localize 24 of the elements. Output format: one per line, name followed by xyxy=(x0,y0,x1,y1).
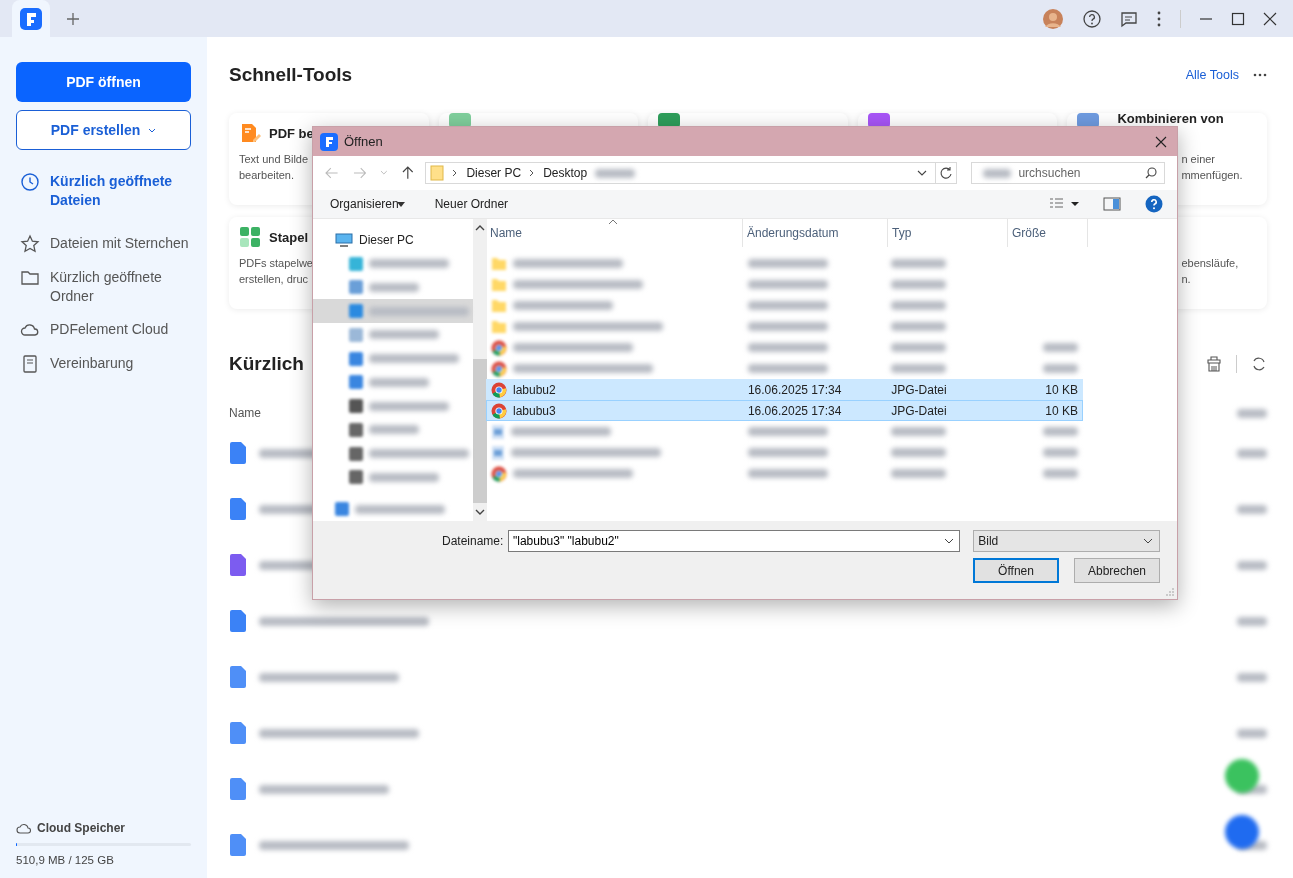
card-description: bearbeiten. xyxy=(239,168,295,183)
file-date: 16.06.2025 17:34 xyxy=(747,403,842,418)
card-description: n einer xyxy=(1181,152,1216,167)
filename-label: Dateiname: xyxy=(442,534,502,548)
file-date: 16.06.2025 17:34 xyxy=(747,382,842,397)
card-title: Kombinieren von xyxy=(1117,111,1224,126)
file-size: 10 KB xyxy=(1045,403,1078,418)
storage-reading: 510,9 MB / 125 GB xyxy=(16,854,114,866)
card-description: erstellen, druc xyxy=(239,272,309,287)
card-description: ebensläufe, xyxy=(1181,256,1239,271)
file-name: labubu3 xyxy=(513,403,556,418)
file-type: JPG-Datei xyxy=(891,382,947,397)
dialog-title: Öffnen xyxy=(344,134,383,149)
file-size: 10 KB xyxy=(1045,382,1078,397)
file-name: labubu2 xyxy=(513,382,556,397)
card-title: Stapel xyxy=(269,229,308,245)
card-description: mmenfügen. xyxy=(1181,168,1243,183)
storage-label: Cloud Speicher xyxy=(37,821,125,835)
section-title: Schnell-Tools xyxy=(229,64,353,86)
card-description: n. xyxy=(1181,272,1191,287)
section-title: Kürzlich xyxy=(229,353,304,375)
file-type: JPG-Datei xyxy=(891,403,947,418)
card-description: Text und Bilde xyxy=(239,152,309,167)
card-description: PDFs stapelwe xyxy=(239,256,313,271)
